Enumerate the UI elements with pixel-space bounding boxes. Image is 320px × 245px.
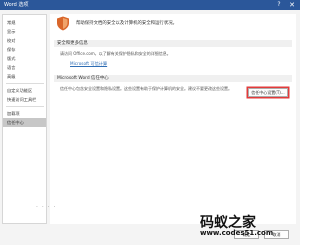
title-bar: Word 选项 ? ✕ bbox=[0, 0, 300, 10]
sidebar-item-layout[interactable]: 版式 bbox=[3, 54, 46, 63]
sidebar-item-save[interactable]: 保存 bbox=[3, 45, 46, 54]
sidebar-item-quick-access-toolbar[interactable]: 快速访问工具栏 bbox=[3, 95, 46, 104]
privacy-section-header: 安全和更多信息 bbox=[54, 40, 292, 47]
watermark-url: www.codes51.com bbox=[200, 229, 274, 237]
close-button[interactable]: ✕ bbox=[287, 0, 297, 10]
trustworthy-computing-link[interactable]: Microsoft 可信计算 bbox=[70, 61, 107, 67]
privacy-text: 请访问 Office.com，以了解有关保护隐私和安全的详细信息。 bbox=[60, 51, 171, 56]
shield-icon bbox=[57, 16, 69, 31]
sidebar-item-general[interactable]: 常规 bbox=[3, 18, 46, 27]
sidebar-item-proofing[interactable]: 校对 bbox=[3, 36, 46, 45]
sidebar-item-advanced[interactable]: 高级 bbox=[3, 72, 46, 81]
content-panel: 帮助保持文档的安全以及计算机的安全和运行状况。 安全和更多信息 请访问 Offi… bbox=[50, 14, 296, 224]
sidebar-item-add-ins[interactable]: 加载项 bbox=[3, 109, 46, 118]
sidebar-item-customize-ribbon[interactable]: 自定义功能区 bbox=[3, 86, 46, 95]
window-title: Word 选项 bbox=[4, 2, 29, 8]
trust-center-section-header: Microsoft Word 信任中心 bbox=[54, 75, 292, 82]
sidebar-divider bbox=[6, 106, 44, 107]
trust-center-settings-button[interactable]: 信任中心设置(T)... bbox=[248, 88, 288, 97]
sidebar-item-display[interactable]: 显示 bbox=[3, 27, 46, 36]
word-options-dialog: Word 选项 ? ✕ 常规 显示 校对 保存 版式 语言 高级 自定义功能区 … bbox=[0, 0, 300, 245]
intro-text: 帮助保持文档的安全以及计算机的安全和运行状况。 bbox=[76, 21, 177, 26]
resize-grip-dots: · · · · bbox=[36, 204, 57, 211]
sidebar-item-trust-center[interactable]: 信任中心 bbox=[3, 118, 46, 127]
trust-center-description: 信任中心包含安全设置和隐私设置。这些设置有助于保护计算机的安全。建议不要更改这些… bbox=[60, 86, 232, 91]
options-sidebar: 常规 显示 校对 保存 版式 语言 高级 自定义功能区 快速访问工具栏 加载项 … bbox=[2, 14, 47, 224]
help-button[interactable]: ? bbox=[274, 0, 284, 10]
sidebar-divider bbox=[6, 83, 44, 84]
sidebar-item-language[interactable]: 语言 bbox=[3, 63, 46, 72]
